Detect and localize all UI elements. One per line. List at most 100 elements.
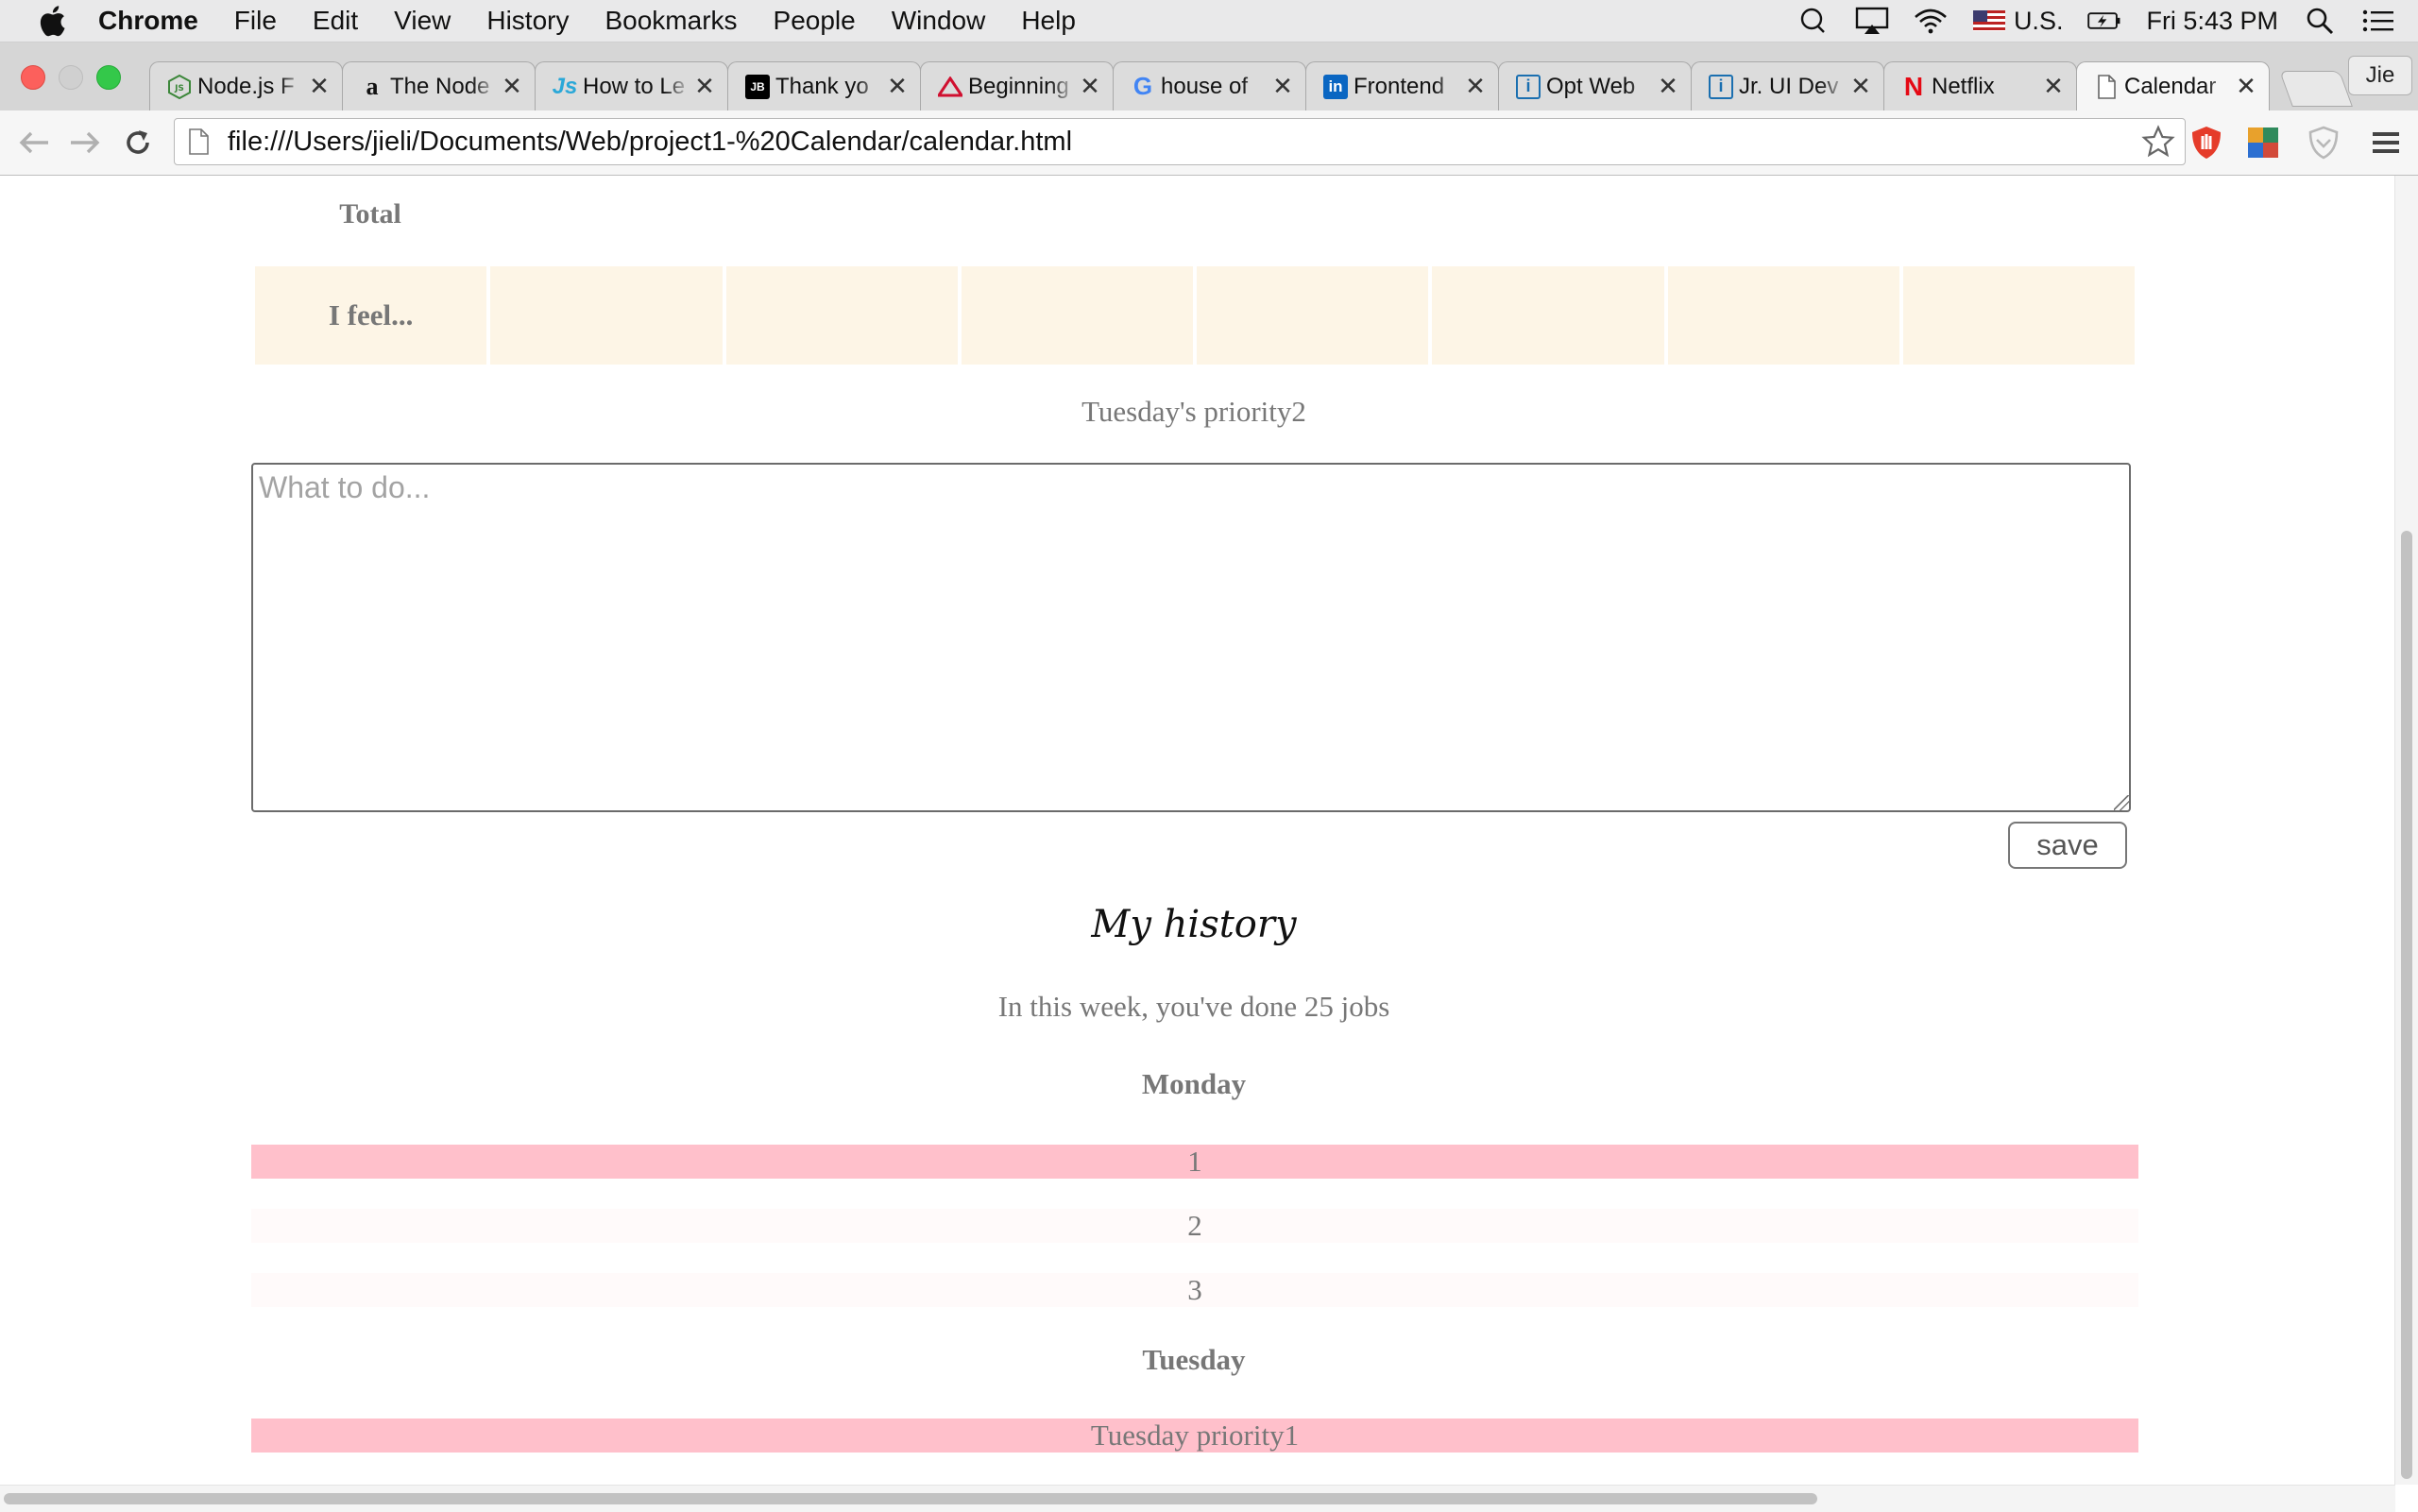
menu-app-chrome[interactable]: Chrome bbox=[98, 6, 198, 36]
feel-cell[interactable] bbox=[490, 266, 723, 365]
vertical-scroll-thumb[interactable] bbox=[2401, 531, 2412, 1479]
menu-edit[interactable]: Edit bbox=[313, 6, 358, 36]
page-icon bbox=[189, 128, 209, 155]
bookmark-star-icon[interactable] bbox=[2139, 123, 2177, 161]
apple-menu-icon[interactable] bbox=[38, 5, 66, 37]
tab-close-icon[interactable]: ✕ bbox=[691, 72, 718, 101]
menu-view[interactable]: View bbox=[394, 6, 451, 36]
spotlight-search-icon[interactable] bbox=[2303, 7, 2337, 35]
feel-cell[interactable] bbox=[1197, 266, 1429, 365]
feel-row-label: I feel... bbox=[255, 266, 487, 365]
tab-google-search[interactable]: G house of ✕ bbox=[1113, 61, 1306, 110]
feel-cell[interactable] bbox=[961, 266, 1193, 365]
menu-history[interactable]: History bbox=[486, 6, 569, 36]
browser-toolbar: file:///Users/jieli/Documents/Web/projec… bbox=[0, 110, 2418, 176]
tab-amazon[interactable]: a The Node ✕ bbox=[342, 61, 536, 110]
history-item: Tuesday priority1 bbox=[251, 1419, 2138, 1453]
horizontal-scroll-thumb[interactable] bbox=[4, 1493, 1817, 1504]
tab-list: JS Node.js F ✕ a The Node ✕ Js How to Le… bbox=[149, 61, 2270, 110]
reload-icon[interactable] bbox=[119, 124, 157, 161]
tab-close-icon[interactable]: ✕ bbox=[1655, 72, 1681, 101]
tab-title: The Node bbox=[390, 73, 490, 99]
tab-calendar[interactable]: Calendar ✕ bbox=[2076, 61, 2270, 110]
tab-close-icon[interactable]: ✕ bbox=[2233, 72, 2259, 101]
tab-title: Node.js F bbox=[197, 73, 295, 99]
chrome-menu-icon[interactable] bbox=[2367, 124, 2405, 161]
feel-cell[interactable] bbox=[1432, 266, 1664, 365]
adblock-extension-icon[interactable] bbox=[2188, 124, 2225, 161]
textarea-resize-handle[interactable] bbox=[2114, 795, 2129, 810]
tab-title: Jr. UI Dev bbox=[1739, 73, 1839, 99]
clock[interactable]: Fri 5:43 PM bbox=[2146, 7, 2278, 36]
tab-title: How to Le bbox=[583, 73, 686, 99]
day-label-tuesday: Tuesday bbox=[1142, 1343, 1246, 1376]
back-arrow-icon[interactable] bbox=[15, 124, 53, 161]
chat-icon[interactable] bbox=[1796, 7, 1831, 35]
status-area: U.S. Fri 5:43 PM bbox=[1796, 0, 2395, 42]
tab-title: Thank yo bbox=[775, 73, 869, 99]
priority-title: Tuesday's priority2 bbox=[1081, 395, 1306, 428]
tab-beginning[interactable]: Beginning ✕ bbox=[920, 61, 1114, 110]
jetbrains-icon: JB bbox=[745, 74, 770, 99]
history-title: My history bbox=[1091, 903, 1297, 946]
tab-close-icon[interactable]: ✕ bbox=[1848, 72, 1874, 101]
feel-cell[interactable] bbox=[1902, 266, 2135, 365]
js-icon: Js bbox=[552, 73, 578, 99]
tab-close-icon[interactable]: ✕ bbox=[884, 72, 911, 101]
day-label-monday: Monday bbox=[1141, 1067, 1247, 1100]
tab-title: Netflix bbox=[1932, 73, 1995, 99]
tab-title: Beginning bbox=[968, 73, 1069, 99]
flag-icon[interactable] bbox=[1972, 7, 2006, 35]
colorful-extension-icon[interactable] bbox=[2244, 124, 2282, 161]
address-bar[interactable]: file:///Users/jieli/Documents/Web/projec… bbox=[174, 118, 2186, 165]
horizontal-scrollbar[interactable] bbox=[0, 1485, 2395, 1512]
menu-bookmarks[interactable]: Bookmarks bbox=[604, 6, 737, 36]
tab-netflix[interactable]: N Netflix ✕ bbox=[1883, 61, 2077, 110]
menu-window[interactable]: Window bbox=[892, 6, 986, 36]
battery-icon[interactable] bbox=[2087, 7, 2121, 35]
tab-jr-ui-dev[interactable]: i Jr. UI Dev ✕ bbox=[1691, 61, 1884, 110]
todo-textarea[interactable] bbox=[251, 463, 2131, 812]
url-text[interactable]: file:///Users/jieli/Documents/Web/projec… bbox=[228, 127, 2139, 158]
google-icon: G bbox=[1132, 72, 1153, 100]
wifi-icon[interactable] bbox=[1914, 7, 1948, 35]
profile-button[interactable]: Jie bbox=[2348, 56, 2412, 95]
notification-center-icon[interactable] bbox=[2361, 7, 2395, 35]
window-minimize-button[interactable] bbox=[59, 65, 83, 90]
tab-close-icon[interactable]: ✕ bbox=[2040, 72, 2067, 101]
airplay-icon[interactable] bbox=[1855, 7, 1889, 35]
menu-file[interactable]: File bbox=[234, 6, 277, 36]
shield-extension-icon[interactable] bbox=[2305, 124, 2342, 161]
page-icon bbox=[2094, 74, 2119, 99]
netflix-icon: N bbox=[1903, 71, 1924, 101]
tab-close-icon[interactable]: ✕ bbox=[1269, 72, 1296, 101]
history-item: 3 bbox=[251, 1273, 2138, 1307]
forward-arrow-icon[interactable] bbox=[66, 124, 104, 161]
window-zoom-button[interactable] bbox=[96, 65, 121, 90]
tab-javascript[interactable]: Js How to Le ✕ bbox=[535, 61, 728, 110]
tab-linkedin[interactable]: in Frontend ✕ bbox=[1305, 61, 1499, 110]
nodejs-icon: JS bbox=[167, 74, 192, 99]
triangle-icon bbox=[938, 75, 962, 99]
menu-people[interactable]: People bbox=[774, 6, 856, 36]
tab-jetbrains[interactable]: JB Thank yo ✕ bbox=[727, 61, 921, 110]
tab-title: Opt Web bbox=[1546, 73, 1636, 99]
tab-close-icon[interactable]: ✕ bbox=[1462, 72, 1489, 101]
window-close-button[interactable] bbox=[21, 65, 45, 90]
feel-cell[interactable] bbox=[725, 266, 958, 365]
tab-close-icon[interactable]: ✕ bbox=[499, 72, 525, 101]
feel-cell[interactable] bbox=[1667, 266, 1899, 365]
input-source-label[interactable]: U.S. bbox=[2014, 7, 2064, 36]
save-button[interactable]: save bbox=[2008, 822, 2127, 869]
menu-help[interactable]: Help bbox=[1021, 6, 1076, 36]
tab-title: Frontend bbox=[1354, 73, 1445, 99]
new-tab-button[interactable] bbox=[2279, 71, 2353, 107]
tab-nodejs[interactable]: JS Node.js F ✕ bbox=[149, 61, 343, 110]
feel-row: I feel... bbox=[255, 266, 2135, 365]
vertical-scrollbar[interactable] bbox=[2394, 176, 2418, 1485]
svg-text:JS: JS bbox=[174, 84, 184, 93]
page-viewport: Total I feel... Tuesday's priority2 save… bbox=[0, 176, 2395, 1485]
tab-opt-web[interactable]: i Opt Web ✕ bbox=[1498, 61, 1692, 110]
tab-close-icon[interactable]: ✕ bbox=[1077, 72, 1103, 101]
tab-close-icon[interactable]: ✕ bbox=[306, 72, 332, 101]
